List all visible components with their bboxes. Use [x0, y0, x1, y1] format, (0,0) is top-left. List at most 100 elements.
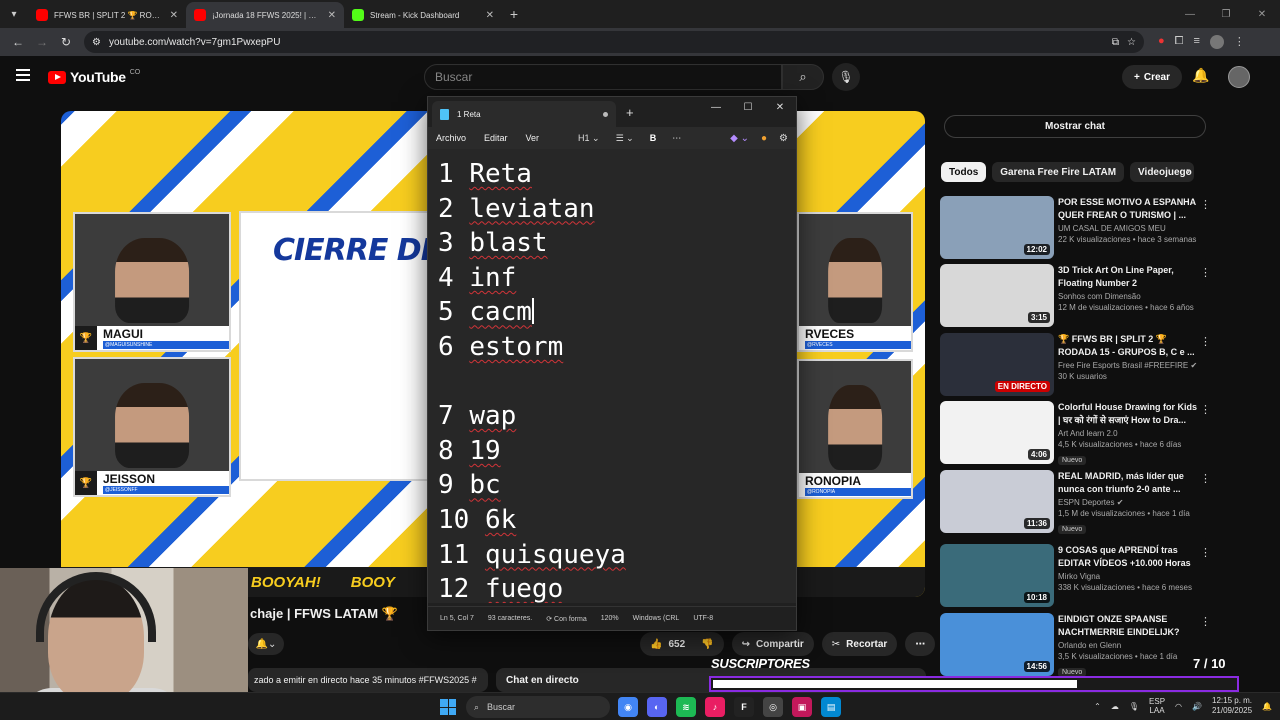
- copilot-icon[interactable]: ◆ ⌄: [730, 133, 749, 144]
- browser-tab-2[interactable]: ¡Jornada 18 FFWS 2025! | Repechaje ✕: [186, 2, 344, 28]
- video-title[interactable]: POR ESSE MOTIVO A ESPANHA QUER FREAR O T…: [1058, 196, 1198, 222]
- recommended-video[interactable]: 3:15 3D Trick Art On Line Paper, Floating…: [940, 264, 1211, 327]
- more-actions-button[interactable]: ⋯: [905, 632, 936, 656]
- text-line[interactable]: 6 estorm: [438, 330, 786, 365]
- close-tab-icon[interactable]: ✕: [170, 10, 178, 21]
- channel-name[interactable]: Free Fire Esports Brasil #FREEFIRE ✔: [1058, 361, 1198, 370]
- bookmark-star-icon[interactable]: ☆: [1127, 37, 1136, 48]
- text-line[interactable]: 12 fuego: [438, 572, 786, 603]
- video-thumbnail[interactable]: 14:56: [940, 613, 1054, 676]
- video-thumbnail[interactable]: 11:36: [940, 470, 1054, 533]
- text-line[interactable]: 7 wap: [438, 399, 786, 434]
- clip-button[interactable]: ✂ Recortar: [821, 632, 898, 656]
- browser-tab-3[interactable]: Stream - Kick Dashboard ✕: [344, 2, 502, 28]
- heading-dropdown[interactable]: H1 ⌄: [578, 133, 600, 144]
- spotify-icon[interactable]: ≋: [676, 697, 696, 717]
- video-title[interactable]: 9 COSAS que APRENDÍ tras EDITAR VÍDEOS +…: [1058, 544, 1198, 570]
- text-line[interactable]: 5 cacm: [438, 295, 786, 330]
- hamburger-menu-icon[interactable]: [16, 69, 30, 81]
- maximize-icon[interactable]: ☐: [732, 97, 764, 117]
- zoom-level[interactable]: 120%: [601, 615, 619, 622]
- notepad-app-icon[interactable]: ▤: [821, 697, 841, 717]
- channel-name[interactable]: UM CASAL DE AMIGOS MEU: [1058, 224, 1198, 233]
- tab-search-chevron-icon[interactable]: ▾: [0, 0, 28, 28]
- account-icon[interactable]: ●: [761, 133, 767, 144]
- recommended-video[interactable]: 12:02 POR ESSE MOTIVO A ESPANHA QUER FREA…: [940, 196, 1211, 259]
- menu-editar[interactable]: Editar: [484, 133, 508, 143]
- wifi-icon[interactable]: ◠: [1175, 702, 1182, 711]
- chip-channel[interactable]: Garena Free Fire LATAM: [992, 162, 1125, 182]
- encoding[interactable]: UTF-8: [693, 615, 713, 622]
- channel-name[interactable]: ESPN Deportes ✔: [1058, 498, 1198, 507]
- browser-tab-1[interactable]: FFWS BR | SPLIT 2 🏆 RODADA 15 - GRUPOS ✕: [28, 2, 186, 28]
- notifications-bell-icon[interactable]: 🔔: [1192, 67, 1209, 84]
- obs-icon[interactable]: ◎: [763, 697, 783, 717]
- video-menu-icon[interactable]: ⋮: [1200, 266, 1211, 279]
- recommended-video[interactable]: 4:06 Colorful House Drawing for Kids | घर…: [940, 401, 1211, 465]
- extensions-puzzle-icon[interactable]: ⧠: [1175, 35, 1184, 49]
- video-thumbnail[interactable]: 3:15: [940, 264, 1054, 327]
- video-thumbnail[interactable]: 4:06: [940, 401, 1054, 464]
- chevron-up-icon[interactable]: ⌃: [1094, 702, 1101, 711]
- search-button[interactable]: ⌕: [782, 64, 824, 90]
- profile-avatar[interactable]: [1209, 35, 1224, 49]
- list-icon[interactable]: ☰ ⌄: [616, 133, 634, 144]
- settings-gear-icon[interactable]: ⚙: [779, 133, 788, 144]
- format-status[interactable]: ⟳ Con forma: [546, 615, 587, 623]
- chip-all[interactable]: Todos: [941, 162, 987, 182]
- streaming-app-icon[interactable]: ▣: [792, 697, 812, 717]
- voice-search-button[interactable]: 🎙: [832, 63, 860, 91]
- microphone-icon[interactable]: 🎙: [1129, 702, 1139, 711]
- back-icon[interactable]: ←: [6, 35, 30, 49]
- input-language[interactable]: ESP LAA: [1149, 697, 1165, 715]
- video-menu-icon[interactable]: ⋮: [1200, 472, 1211, 485]
- notifications-icon[interactable]: 🔔: [1262, 702, 1272, 711]
- taskbar-search[interactable]: ⌕ Buscar: [466, 696, 610, 718]
- cast-icon[interactable]: ⧉: [1112, 37, 1119, 48]
- clock[interactable]: 12:15 p. m. 21/09/2025: [1212, 696, 1252, 716]
- minimize-icon[interactable]: —: [1172, 0, 1208, 28]
- chevron-right-icon[interactable]: ›: [1186, 164, 1190, 178]
- text-line[interactable]: 11 quisqueya: [438, 538, 786, 573]
- close-window-icon[interactable]: ✕: [764, 97, 796, 117]
- recommended-video[interactable]: 14:56 EINDIGT ONZE SPAANSE NACHTMERRIE EI…: [940, 613, 1211, 677]
- reading-list-icon[interactable]: ≡: [1193, 35, 1199, 49]
- chrome-icon[interactable]: ◉: [618, 697, 638, 717]
- text-line[interactable]: 2 leviatan: [438, 192, 786, 227]
- close-tab-icon[interactable]: ✕: [486, 10, 494, 21]
- channel-name[interactable]: Orlando en Glenn: [1058, 641, 1198, 650]
- text-line[interactable]: 9 bc: [438, 468, 786, 503]
- text-line[interactable]: 10 6k: [438, 503, 786, 538]
- video-thumbnail[interactable]: EN DIRECTO: [940, 333, 1054, 396]
- text-line[interactable]: 8 19: [438, 434, 786, 469]
- search-input[interactable]: Buscar: [424, 64, 782, 90]
- new-tab-icon[interactable]: +: [502, 6, 526, 22]
- channel-name[interactable]: Mirko Vigna: [1058, 572, 1198, 581]
- video-title[interactable]: EINDIGT ONZE SPAANSE NACHTMERRIE EINDELI…: [1058, 613, 1198, 639]
- extension-icon[interactable]: ●: [1158, 35, 1165, 49]
- video-title[interactable]: 3D Trick Art On Line Paper, Floating Num…: [1058, 264, 1198, 290]
- free-fire-icon[interactable]: F: [734, 697, 754, 717]
- video-menu-icon[interactable]: ⋮: [1200, 615, 1211, 628]
- reload-icon[interactable]: ↻: [54, 35, 78, 49]
- onedrive-icon[interactable]: ☁: [1111, 702, 1119, 711]
- text-line[interactable]: [438, 365, 786, 400]
- menu-ver[interactable]: Ver: [526, 133, 540, 143]
- notepad-text-area[interactable]: 1 Reta 2 leviatan 3 blast 4 inf 5 cacm 6 esto…: [428, 149, 796, 603]
- create-button[interactable]: + Crear: [1122, 65, 1182, 89]
- description-box[interactable]: zado a emitir en directo hace 35 minutos…: [248, 668, 488, 692]
- tiktok-icon[interactable]: ♪: [705, 697, 725, 717]
- discord-icon[interactable]: ◐: [647, 697, 667, 717]
- subscription-bell-button[interactable]: 🔔 ⌄: [248, 633, 284, 655]
- close-window-icon[interactable]: ✕: [1244, 0, 1280, 28]
- windows-start-icon[interactable]: [440, 699, 456, 715]
- share-button[interactable]: ↪ Compartir: [731, 632, 814, 656]
- channel-name[interactable]: Sonhos com Dimensão: [1058, 292, 1198, 301]
- video-title[interactable]: 🏆 FFWS BR | SPLIT 2 🏆 RODADA 15 - GRUPOS…: [1058, 333, 1198, 359]
- video-menu-icon[interactable]: ⋮: [1200, 403, 1211, 416]
- maximize-icon[interactable]: ❐: [1208, 0, 1244, 28]
- recommended-video[interactable]: 11:36 REAL MADRID, más líder que nunca co…: [940, 470, 1211, 534]
- video-menu-icon[interactable]: ⋮: [1200, 546, 1211, 559]
- text-line[interactable]: 3 blast: [438, 226, 786, 261]
- chip-videogame[interactable]: Videojuego p: [1130, 162, 1195, 182]
